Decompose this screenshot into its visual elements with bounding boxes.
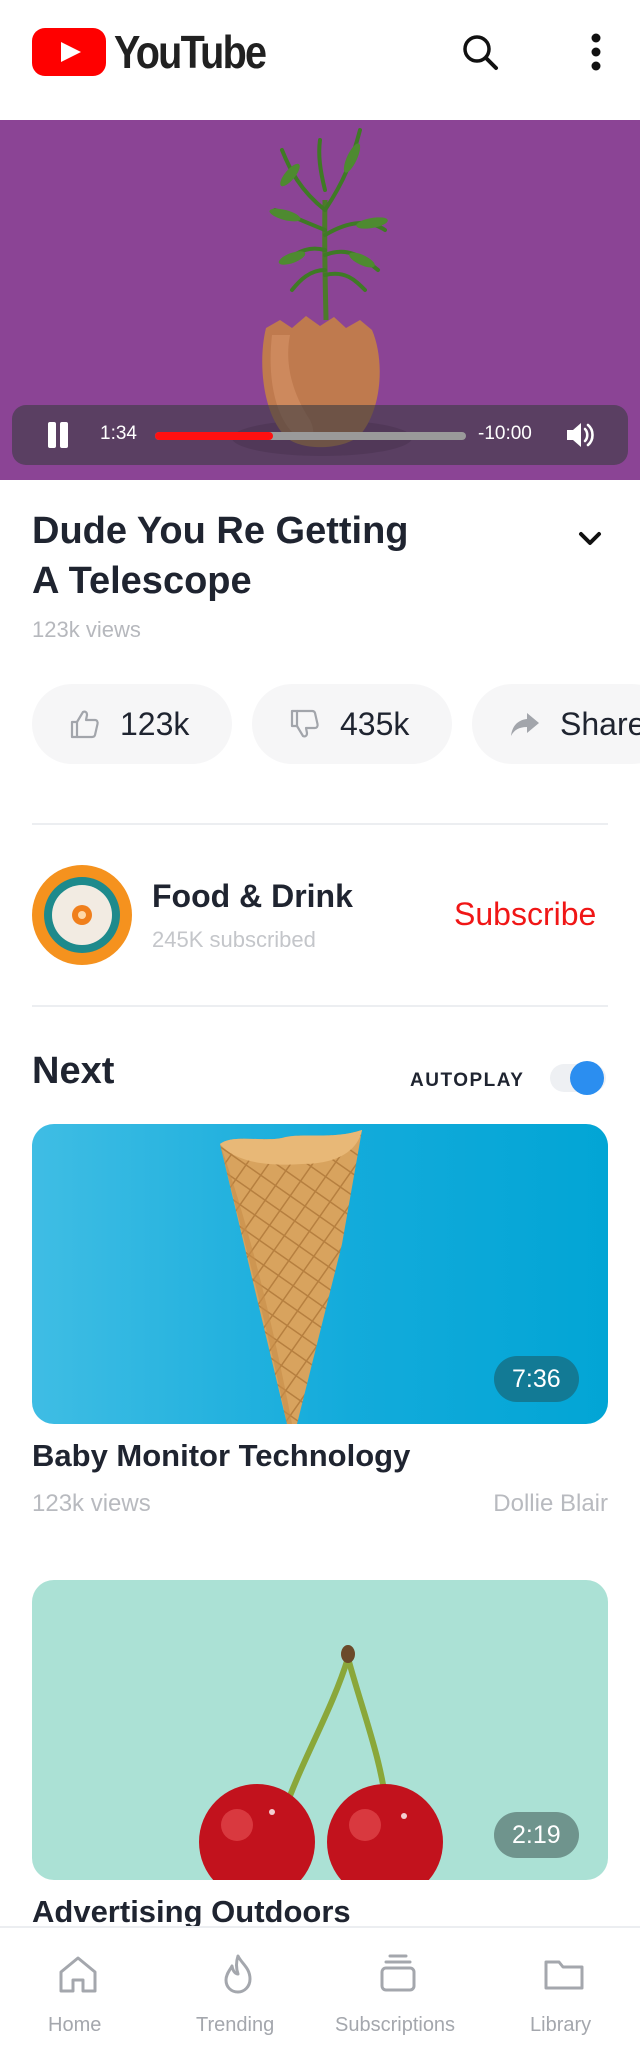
video-duration-badge: 7:36 — [494, 1356, 579, 1402]
share-button[interactable]: Share — [472, 684, 640, 764]
video-title-line-1: Dude You Re Getting — [32, 510, 409, 552]
remaining-time: -10:00 — [478, 423, 532, 444]
home-icon — [59, 1956, 97, 1993]
youtube-logo[interactable]: YouTube — [32, 26, 290, 78]
elapsed-time: 1:34 — [100, 423, 137, 444]
nav-item-subscriptions[interactable]: Subscriptions — [320, 1928, 480, 2050]
nav-label-subscriptions: Subscriptions — [335, 2014, 456, 2036]
folder-icon — [544, 1960, 584, 1990]
nav-label-trending: Trending — [196, 2014, 275, 2036]
seek-bar[interactable] — [155, 432, 466, 440]
bottom-navigation: Home Trending Subscriptions Library — [0, 1926, 640, 2050]
dislike-button[interactable]: 435k — [252, 684, 452, 764]
seek-bar-progress — [155, 432, 274, 440]
nav-item-trending[interactable]: Trending — [160, 1928, 320, 2050]
thumbs-up-icon — [70, 710, 99, 739]
divider — [32, 823, 608, 825]
like-count: 123k — [120, 705, 190, 742]
subscriptions-icon — [380, 1954, 416, 1992]
channel-name[interactable]: Food & Drink — [152, 878, 353, 915]
video-card-title[interactable]: Baby Monitor Technology — [32, 1438, 410, 1474]
video-card-title[interactable]: Advertising Outdoors — [32, 1894, 351, 1930]
subscribe-button[interactable]: Subscribe — [454, 896, 596, 933]
video-duration-badge: 2:19 — [494, 1812, 579, 1858]
video-player[interactable]: 1:34 -10:00 — [0, 120, 640, 480]
player-controls: 1:34 -10:00 — [12, 405, 628, 465]
channel-subscriber-count: 245K subscribed — [152, 927, 316, 952]
pause-icon[interactable] — [46, 422, 72, 448]
share-label: Share — [560, 705, 640, 742]
video-card-author[interactable]: Dollie Blair — [493, 1490, 608, 1518]
nav-label-library: Library — [530, 2014, 592, 2036]
search-button[interactable] — [452, 24, 508, 80]
divider — [32, 1005, 608, 1007]
more-options-button[interactable] — [568, 24, 624, 80]
autoplay-toggle-knob — [570, 1061, 604, 1095]
nav-item-home[interactable]: Home — [0, 1928, 160, 2050]
expand-description-button[interactable] — [572, 520, 608, 556]
chevron-down-icon — [579, 532, 601, 545]
nav-label-home: Home — [48, 2014, 102, 2036]
next-heading: Next — [32, 1050, 115, 1092]
video-title-line-2: A Telescope — [32, 560, 252, 602]
flame-icon — [224, 1954, 252, 1994]
youtube-logo-icon — [32, 28, 106, 76]
video-thumbnail[interactable]: 2:19 — [32, 1580, 608, 1880]
video-card-views: 123k views — [32, 1490, 151, 1517]
more-vertical-icon — [591, 33, 601, 71]
autoplay-label: AUTOPLAY — [410, 1070, 525, 1091]
volume-button[interactable] — [564, 419, 596, 451]
top-app-bar: YouTube — [0, 0, 640, 120]
volume-icon — [567, 423, 594, 447]
logo-text: YouTube — [114, 26, 267, 78]
video-views: 123k views — [32, 617, 141, 642]
search-icon — [463, 35, 498, 70]
autoplay-toggle[interactable] — [550, 1058, 608, 1098]
video-title: Dude You Re Getting A Telescope — [32, 506, 462, 606]
video-thumbnail[interactable]: 7:36 — [32, 1124, 608, 1424]
dislike-count: 435k — [340, 705, 410, 742]
thumbs-down-icon — [290, 709, 319, 738]
share-icon — [511, 713, 539, 736]
nav-item-library[interactable]: Library — [480, 1928, 640, 2050]
like-button[interactable]: 123k — [32, 684, 232, 764]
channel-avatar[interactable] — [32, 865, 132, 965]
